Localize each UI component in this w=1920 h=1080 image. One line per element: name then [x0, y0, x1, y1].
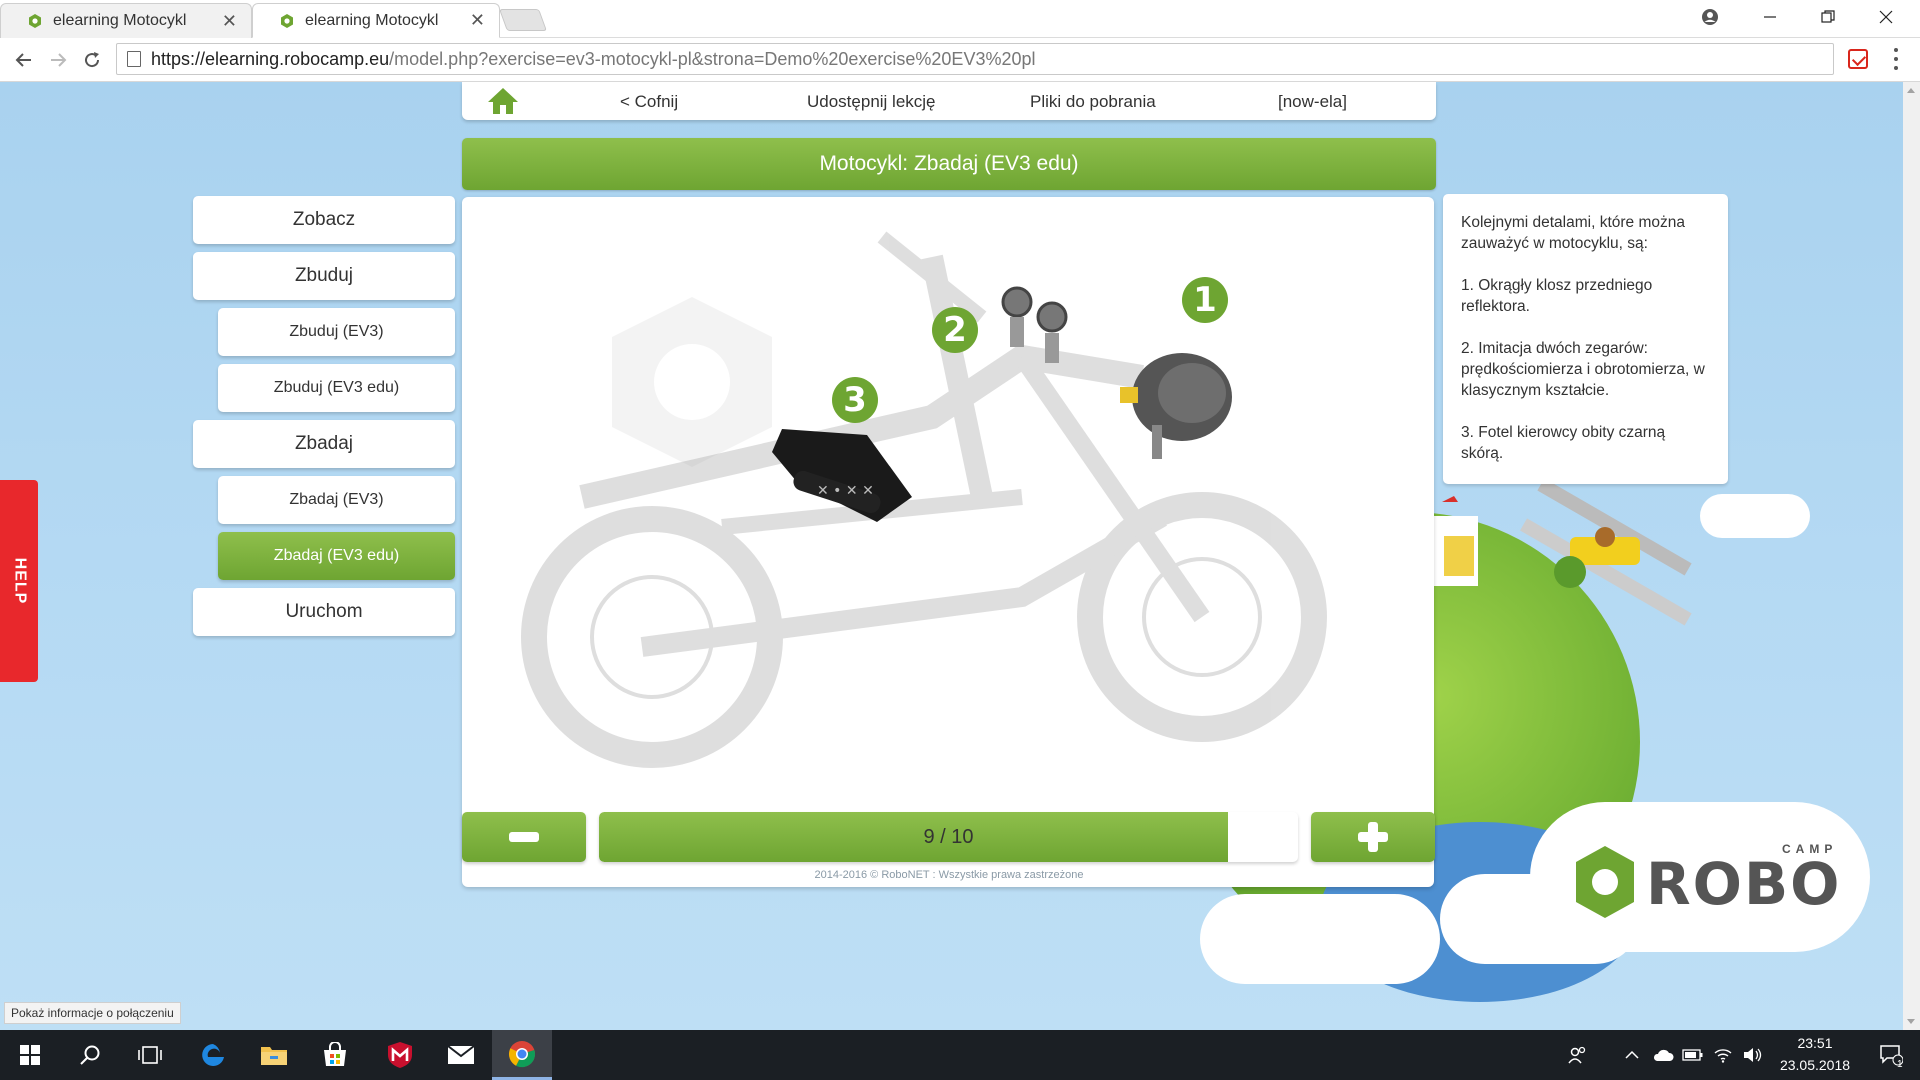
back-arrow-icon[interactable]: [10, 46, 38, 74]
downloads-link[interactable]: Pliki do pobrania: [1030, 92, 1156, 112]
robocamp-favicon-icon: [281, 13, 293, 28]
description-item-2: 2. Imitacja dwóch zegarów: prędkościomie…: [1461, 340, 1705, 399]
browser-tab-active[interactable]: elearning Motocykl ✕: [252, 3, 500, 38]
minus-icon: [509, 832, 539, 842]
task-view-icon[interactable]: [120, 1030, 180, 1080]
user-link[interactable]: [now-ela]: [1278, 92, 1347, 112]
robocamp-hexagon-icon: [1576, 846, 1634, 918]
house-illustration: [1432, 496, 1478, 586]
menu-item-zbadaj-ev3[interactable]: Zbadaj (EV3): [218, 476, 455, 524]
browser-tab[interactable]: elearning Motocykl ✕: [0, 3, 252, 38]
close-icon[interactable]: [1858, 0, 1914, 34]
description-item-1: 1. Okrągły klosz przedniego reflektora.: [1461, 277, 1653, 315]
part-badge-3: 3: [832, 377, 878, 423]
browser-tab-bar: elearning Motocykl ✕ elearning Motocykl …: [0, 0, 1920, 38]
mcafee-icon[interactable]: [370, 1030, 430, 1080]
menu-item-label: Zobacz: [292, 209, 356, 230]
menu-item-zobacz[interactable]: Zobacz: [193, 196, 455, 244]
volume-icon[interactable]: [1738, 1030, 1768, 1080]
tab-close-icon[interactable]: ✕: [222, 11, 237, 32]
scroll-up-icon[interactable]: [1907, 88, 1915, 93]
menu-item-label: Zbuduj (EV3): [289, 323, 384, 340]
onedrive-icon[interactable]: [1648, 1030, 1678, 1080]
menu-item-zbadaj-ev3-edu[interactable]: Zbadaj (EV3 edu): [218, 532, 455, 580]
description-item-3: 3. Fotel kierowcy obity czarną skórą.: [1461, 424, 1666, 462]
description-panel: Kolejnymi detalami, które można zauważyć…: [1443, 194, 1728, 484]
page-content: < Cofnij Udostępnij lekcję Pliki do pobr…: [0, 82, 1920, 1030]
help-label: HELP: [11, 557, 29, 605]
step-progress-bar: 9 / 10: [599, 812, 1298, 862]
step-counter: 9 / 10: [923, 825, 974, 848]
menu-item-label: Zbuduj: [294, 265, 354, 286]
menu-item-zbuduj-ev3-edu[interactable]: Zbuduj (EV3 edu): [218, 364, 455, 412]
robocamp-logo[interactable]: CAMP ROBO: [1570, 842, 1860, 922]
connection-info-tooltip: Pokaż informacje o połączeniu: [4, 1002, 181, 1024]
menu-item-zbuduj-ev3[interactable]: Zbuduj (EV3): [218, 308, 455, 356]
part-badge-1: 1: [1182, 277, 1228, 323]
home-icon[interactable]: [486, 86, 520, 116]
reload-icon[interactable]: [78, 46, 106, 74]
battery-icon[interactable]: [1678, 1030, 1708, 1080]
logo-main-text: ROBO: [1646, 850, 1842, 918]
menu-item-uruchom[interactable]: Uruchom: [193, 588, 455, 636]
windows-start-icon[interactable]: [0, 1030, 60, 1080]
search-icon[interactable]: [60, 1030, 120, 1080]
svg-text:✕ • ✕ ✕: ✕ • ✕ ✕: [817, 483, 874, 499]
menu-item-label: Zbuduj (EV3 edu): [273, 379, 400, 396]
part-badge-2: 2: [932, 307, 978, 353]
page-info-icon[interactable]: [127, 51, 141, 67]
copyright-text: 2014-2016 © RoboNET : Wszystkie prawa za…: [814, 869, 1084, 881]
windows-taskbar: 23:51 23.05.2018 1: [0, 1030, 1920, 1080]
top-nav-bar: < Cofnij Udostępnij lekcję Pliki do pobr…: [462, 82, 1436, 120]
next-step-button[interactable]: [1311, 812, 1435, 862]
kebab-menu-icon[interactable]: [1893, 48, 1899, 70]
action-center-icon[interactable]: 1: [1866, 1030, 1916, 1080]
scroll-down-icon[interactable]: [1907, 1019, 1915, 1024]
plus-icon: [1358, 822, 1388, 852]
edge-browser-icon[interactable]: [183, 1030, 243, 1080]
store-icon[interactable]: [305, 1030, 365, 1080]
wifi-icon[interactable]: [1708, 1030, 1738, 1080]
menu-item-label: Uruchom: [285, 601, 363, 622]
people-icon[interactable]: [1558, 1030, 1598, 1080]
lesson-title-bar: Motocykl: Zbadaj (EV3 edu): [462, 138, 1436, 190]
previous-step-button[interactable]: [462, 812, 586, 862]
url-host: https://elearning.robocamp.eu: [151, 48, 390, 69]
menu-item-label: Zbadaj (EV3): [289, 491, 384, 508]
mail-icon[interactable]: [431, 1030, 491, 1080]
forward-arrow-icon[interactable]: [44, 46, 72, 74]
new-tab-button[interactable]: [498, 9, 548, 31]
page-scrollbar[interactable]: [1903, 82, 1920, 1030]
share-lesson-link[interactable]: Udostępnij lekcję: [807, 92, 936, 112]
url-path: /model.php?exercise=ev3-motocykl-pl&stro…: [389, 48, 1036, 69]
minimize-icon[interactable]: [1742, 0, 1798, 34]
lesson-title: Motocykl: Zbadaj (EV3 edu): [819, 152, 1079, 175]
address-bar[interactable]: https://elearning.robocamp.eu/model.php?…: [116, 43, 1834, 75]
file-explorer-icon[interactable]: [244, 1030, 304, 1080]
chevron-up-icon[interactable]: [1620, 1030, 1644, 1080]
model-viewer[interactable]: ✕ • ✕ ✕ 1 2 3: [462, 197, 1434, 887]
menu-item-label: Zbadaj: [294, 433, 354, 454]
help-tab[interactable]: HELP: [0, 480, 38, 682]
biplane-illustration: [1520, 482, 1692, 626]
back-link[interactable]: < Cofnij: [620, 92, 678, 112]
motorcycle-model-image: ✕ • ✕ ✕: [521, 231, 1327, 768]
menu-item-zbuduj[interactable]: Zbuduj: [193, 252, 455, 300]
clock-time[interactable]: 23:51: [1770, 1035, 1860, 1051]
cloud-illustration: [1200, 894, 1440, 984]
pocket-extension-icon[interactable]: [1848, 49, 1868, 69]
robocamp-favicon-icon: [29, 14, 41, 28]
chrome-icon[interactable]: [492, 1030, 552, 1080]
clock-date[interactable]: 23.05.2018: [1770, 1057, 1860, 1073]
browser-toolbar: https://elearning.robocamp.eu/model.php?…: [0, 38, 1920, 82]
tab-title: elearning Motocykl: [305, 11, 439, 29]
notification-count: 1: [1897, 1059, 1903, 1070]
account-icon[interactable]: [1682, 0, 1738, 34]
menu-item-label: Zbadaj (EV3 edu): [273, 547, 400, 564]
restore-icon[interactable]: [1800, 0, 1856, 34]
tab-close-icon[interactable]: ✕: [470, 10, 485, 31]
tab-title: elearning Motocykl: [53, 12, 187, 29]
description-intro: Kolejnymi detalami, które można zauważyć…: [1461, 214, 1685, 252]
menu-item-zbadaj[interactable]: Zbadaj: [193, 420, 455, 468]
